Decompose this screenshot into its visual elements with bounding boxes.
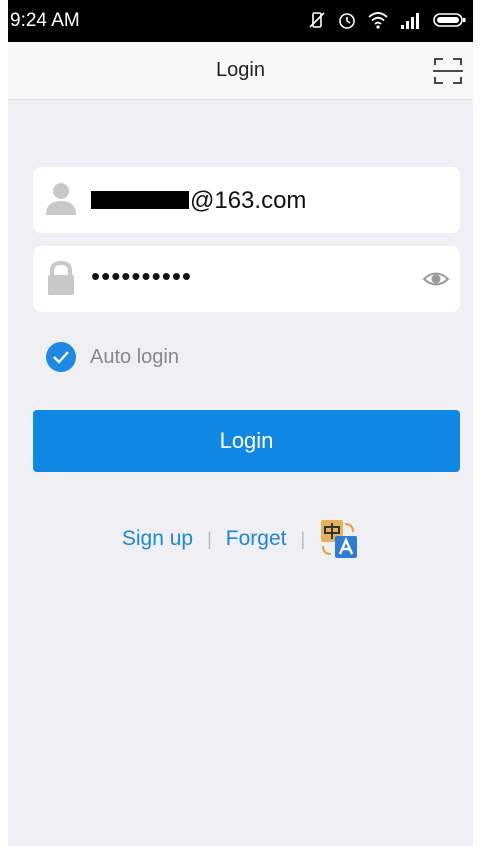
eye-icon[interactable]: [422, 268, 450, 290]
lock-icon: [45, 260, 77, 296]
alarm-icon: [337, 10, 357, 35]
nav-bar: Login: [8, 42, 473, 100]
link-separator: |: [300, 528, 306, 549]
username-value[interactable]: @163.com: [91, 187, 306, 215]
status-icons: [307, 10, 467, 35]
link-separator: |: [207, 528, 212, 549]
vibrate-off-icon: [307, 10, 327, 35]
login-button[interactable]: Login: [33, 410, 460, 472]
language-switch-icon[interactable]: [319, 518, 359, 560]
checkbox-checked-icon[interactable]: [46, 342, 76, 372]
username-suffix: @163.com: [190, 187, 307, 214]
sign-up-link[interactable]: Sign up: [122, 527, 193, 551]
forget-link[interactable]: Forget: [226, 527, 287, 551]
app-frame: 9:24 AM Login @163.com •••••••••• Auto l…: [8, 0, 473, 846]
password-value[interactable]: ••••••••••: [91, 261, 192, 292]
battery-icon: [433, 10, 467, 35]
auto-login-toggle[interactable]: Auto login: [46, 342, 179, 372]
page-title: Login: [216, 59, 265, 81]
signal-icon: [399, 10, 423, 35]
username-field[interactable]: @163.com: [33, 167, 460, 233]
redacted-text: [91, 191, 189, 209]
footer-links: Sign up | Forget |: [8, 518, 473, 560]
password-field[interactable]: ••••••••••: [33, 246, 460, 312]
wifi-icon: [367, 10, 389, 35]
scan-icon: [433, 58, 463, 84]
status-time: 9:24 AM: [10, 10, 80, 31]
scan-button[interactable]: [431, 54, 465, 88]
auto-login-label: Auto login: [90, 345, 179, 368]
status-bar: 9:24 AM: [8, 0, 473, 42]
user-icon: [45, 181, 77, 217]
